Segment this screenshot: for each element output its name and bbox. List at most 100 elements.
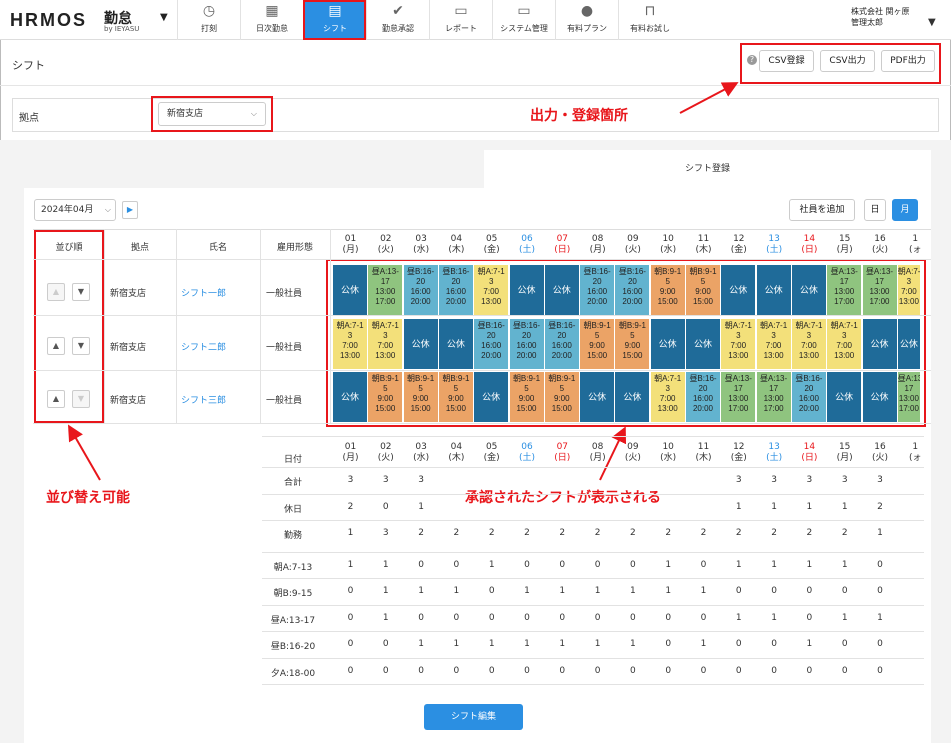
shift-cell[interactable]: 昼B:16- 20 16:00 20:00	[615, 265, 651, 315]
shift-cell[interactable]: 昼A:13- 17 13:00 17:00	[368, 265, 404, 315]
summary-day-header: 1 (ォ	[909, 442, 922, 463]
shift-cell[interactable]: 公休	[474, 372, 510, 422]
nav-item-4[interactable]: ▭ レポート	[429, 0, 492, 40]
shift-cell[interactable]: 公休	[544, 265, 580, 315]
shift-cell[interactable]: 朝B:9-1 5 9:00 15:00	[544, 372, 580, 422]
shift-cell[interactable]: 朝B:9-1 5 9:00 15:00	[580, 318, 616, 369]
move-up-icon[interactable]: ▲	[47, 336, 65, 355]
next-month-icon[interactable]: ▶	[122, 201, 138, 219]
shift-cell[interactable]: 昼A:13- 17 13:00 17:00	[827, 265, 863, 315]
shift-cell[interactable]: 公休	[333, 372, 368, 422]
shift-cell[interactable]: 昼B:16- 20 16:00 20:00	[509, 318, 545, 369]
summary-value: 2	[877, 501, 883, 512]
shift-cell[interactable]: 公休	[580, 372, 616, 422]
move-up-icon[interactable]: ▲	[47, 390, 65, 408]
nav-item-0[interactable]: ◷ 打刻	[177, 0, 240, 40]
shift-cell[interactable]: 昼B:16- 20 16:00 20:00	[474, 318, 510, 369]
nav-item-1[interactable]: ▦ 日次勤怠	[240, 0, 303, 40]
nav-item-5[interactable]: ▭ システム管理	[492, 0, 555, 40]
shift-cell[interactable]: 朝B:9-1 5 9:00 15:00	[686, 265, 721, 315]
view-day-button[interactable]: 日	[864, 199, 886, 221]
day-header: 11 (木)	[695, 234, 712, 255]
shift-cell[interactable]: 公休	[650, 318, 686, 369]
shift-cell[interactable]: 朝B:9-1 5 9:00 15:00	[403, 372, 439, 422]
user-menu-caret-icon[interactable]: ▼	[928, 17, 936, 28]
summary-day-header: 05 (金)	[483, 442, 500, 463]
shift-cell[interactable]: 公休	[721, 265, 757, 315]
shift-cell[interactable]: 朝B:9-1 5 9:00 15:00	[650, 265, 686, 315]
summary-row-divider	[262, 551, 924, 553]
shift-cell[interactable]: 昼B:16- 20 16:00 20:00	[544, 318, 580, 369]
shift-edit-button[interactable]: シフト編集	[424, 704, 523, 730]
nav-item-3[interactable]: ✔ 勤怠承認	[366, 0, 429, 40]
main-nav: ◷ 打刻 ▦ 日次勤怠 ▤ シフト ✔ 勤怠承認 ▭ レポート ▭ システム管理 ● 有料プラン ⊓ 有料お試…	[177, 0, 681, 40]
shift-cell[interactable]: 公休	[509, 265, 545, 315]
add-employee-button[interactable]: 社員を追加	[789, 199, 855, 221]
shift-cell[interactable]: 公休	[897, 318, 921, 369]
shift-cell[interactable]: 朝B:9-1 5 9:00 15:00	[509, 372, 545, 422]
summary-value: 3	[841, 475, 848, 485]
summary-value: 1	[488, 559, 495, 570]
shift-cell[interactable]: 昼B:16- 20 16:00 20:00	[686, 372, 721, 422]
shift-cell[interactable]: 公休	[791, 265, 827, 315]
row-divider	[33, 423, 931, 424]
header-order: 並び順	[55, 243, 83, 253]
shift-cell[interactable]: 昼B:16- 20 16:00 20:00	[580, 265, 616, 315]
nav-item-2[interactable]: ▤ シフト	[303, 0, 366, 40]
employee-name-link[interactable]: シフト一郎	[181, 286, 226, 299]
shift-cell[interactable]: 昼A:13- 17 13:00 17:00	[862, 265, 898, 315]
shift-cell[interactable]: 朝A:7-1 3 7:00 13:00	[650, 372, 686, 422]
nav-item-7[interactable]: ⊓ 有料お試し	[618, 0, 681, 40]
shift-icon: ▤	[328, 3, 342, 19]
move-down-icon[interactable]: ▼	[72, 336, 90, 355]
shift-cell[interactable]: 公休	[862, 372, 898, 422]
shift-cell[interactable]: 昼A:13- 17 13:00 17:00	[756, 372, 792, 422]
logo-sub: by IEYASU	[104, 25, 140, 33]
summary-value: 2	[771, 528, 777, 538]
summary-value: 0	[665, 639, 672, 649]
summary-value: 2	[665, 528, 672, 538]
shift-cell[interactable]: 朝B:9-1 5 9:00 15:00	[615, 318, 651, 369]
shift-cell[interactable]: 公休	[862, 318, 898, 369]
month-select[interactable]: 2024年04月 ⌵	[34, 199, 116, 221]
shift-cell[interactable]: 昼B:16- 20 16:00 20:00	[438, 265, 474, 315]
shift-cell[interactable]: 公休	[403, 318, 439, 369]
summary-value: 0	[347, 639, 354, 649]
product-switch-caret-icon[interactable]: ▼	[160, 12, 168, 23]
annotation-output-register: 出力・登録箇所	[530, 108, 628, 124]
summary-row-label: 休日	[283, 504, 302, 515]
shift-cell[interactable]: 朝B:9-1 5 9:00 15:00	[438, 372, 474, 422]
shift-cell[interactable]: 朝A:7-1 3 7:00 13:00	[474, 265, 510, 315]
shift-cell[interactable]: 公休	[686, 318, 721, 369]
shift-cell[interactable]: 昼A:13- 17 13:00 17:00	[721, 372, 757, 422]
nav-item-6[interactable]: ● 有料プラン	[555, 0, 618, 40]
shift-cell[interactable]: 公休	[756, 265, 792, 315]
summary-day-header: 06 (土)	[518, 442, 536, 463]
user-company: 株式会社 関ヶ原	[851, 7, 910, 16]
view-month-button[interactable]: 月	[892, 199, 918, 221]
shift-cell[interactable]: 朝A:7-1 3 7:00 13:00	[756, 318, 792, 369]
day-header: 12 (金)	[730, 234, 747, 255]
shift-cell[interactable]: 昼B:16- 20 16:00 20:00	[403, 265, 439, 315]
shift-cell[interactable]: 公休	[615, 372, 651, 422]
move-down-icon[interactable]: ▼	[72, 283, 90, 301]
shift-cell[interactable]: 朝A:7-1 3 7:00 13:00	[897, 265, 921, 315]
employee-name-link[interactable]: シフト二郎	[181, 340, 226, 353]
shift-cell[interactable]: 朝A:7-1 3 7:00 13:00	[791, 318, 827, 369]
shift-cell[interactable]: 昼B:16- 20 16:00 20:00	[791, 372, 827, 422]
employee-name-link[interactable]: シフト三郎	[181, 393, 226, 406]
shift-cell[interactable]: 昼A:13- 17 13:00 17:00	[897, 372, 921, 422]
shift-cell[interactable]: 朝A:7-1 3 7:00 13:00	[827, 318, 863, 369]
shift-cell[interactable]: 朝A:7-1 3 7:00 13:00	[721, 318, 757, 369]
tab-shift-register[interactable]: シフト登録	[484, 150, 931, 188]
user-menu[interactable]: 株式会社 関ヶ原 管理太郎	[851, 6, 910, 28]
summary-value: 0	[700, 612, 707, 623]
shift-cell[interactable]: 朝A:7-1 3 7:00 13:00	[333, 318, 368, 369]
summary-value: 0	[841, 639, 848, 649]
shift-cell[interactable]: 公休	[827, 372, 863, 422]
shift-cell[interactable]: 朝A:7-1 3 7:00 13:00	[368, 318, 404, 369]
shift-cell[interactable]: 公休	[438, 318, 474, 369]
shift-cell[interactable]: 朝B:9-1 5 9:00 15:00	[368, 372, 404, 422]
summary-row-label: 合計	[283, 478, 302, 488]
shift-cell[interactable]: 公休	[333, 265, 368, 315]
